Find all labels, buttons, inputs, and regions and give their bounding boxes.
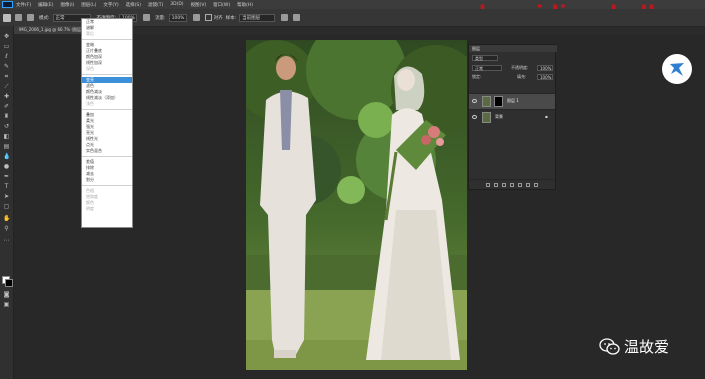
- menu-item[interactable]: 3D(D): [170, 2, 183, 8]
- blend-mode-dropdown[interactable]: 正常 溶解 背后 变暗 正片叠底 颜色加深 线性加深 深色 变亮 滤色 颜色减淡 线性减淡（添加） 浅色…: [81, 18, 133, 228]
- dropdown-separator: [82, 185, 132, 186]
- layer-row[interactable]: 图层 1: [469, 93, 555, 109]
- blend-mode-option[interactable]: 实色混合: [82, 148, 132, 154]
- move-tool-icon[interactable]: ✥: [3, 34, 10, 40]
- blend-mode-option[interactable]: 深色: [82, 66, 132, 72]
- dodge-tool-icon[interactable]: ●: [3, 164, 10, 170]
- lock-label: 锁定:: [472, 74, 482, 79]
- menu-item[interactable]: 帮助(H): [237, 2, 253, 8]
- layer-thumbnail: [482, 112, 491, 123]
- brush-tool-icon[interactable]: ✐: [3, 104, 10, 110]
- dropdown-separator: [82, 156, 132, 157]
- wechat-watermark: 温故爱: [599, 335, 669, 357]
- type-tool-icon[interactable]: T: [3, 184, 10, 190]
- lasso-tool-icon[interactable]: ℓ: [3, 54, 10, 60]
- blend-mode-option[interactable]: 浅色: [82, 101, 132, 107]
- blend-mode-option[interactable]: 明度: [82, 206, 132, 212]
- photoshop-logo-icon: [2, 1, 13, 8]
- wechat-account-name: 温故爱: [624, 337, 670, 356]
- pen-tool-icon[interactable]: ✒: [3, 174, 10, 180]
- new-layer-icon[interactable]: [526, 182, 530, 187]
- gradient-tool-icon[interactable]: ▤: [3, 144, 10, 150]
- blend-mode-option[interactable]: 划分: [82, 177, 132, 183]
- bird-logo-icon: [662, 54, 692, 84]
- history-brush-tool-icon[interactable]: ↺: [3, 124, 10, 130]
- sample-select[interactable]: 当前图层: [239, 13, 276, 22]
- layer-style-icon[interactable]: [494, 182, 498, 187]
- layers-panel-footer: [469, 179, 555, 189]
- menu-item[interactable]: 文字(Y): [103, 2, 118, 8]
- eraser-tool-icon[interactable]: ◧: [3, 134, 10, 140]
- dropdown-separator: [82, 39, 132, 40]
- link-layers-icon[interactable]: [486, 182, 490, 187]
- layer-name[interactable]: 图层 1: [507, 98, 519, 104]
- menu-item[interactable]: 滤镜(T): [148, 2, 163, 8]
- adjustment-layer-icon[interactable]: [510, 182, 514, 187]
- eyedropper-tool-icon[interactable]: ⟋: [3, 84, 10, 90]
- layers-panel: 图层 类型 正常 不透明度: 100% 锁定: 填充: 100% 图层 1 背景…: [468, 44, 557, 190]
- ignore-adjustment-icon[interactable]: [281, 14, 289, 21]
- fill-field[interactable]: 100%: [537, 74, 553, 80]
- airbrush-icon[interactable]: [192, 14, 200, 21]
- layer-thumbnail: [482, 96, 491, 107]
- pressure-opacity-icon[interactable]: [143, 14, 151, 21]
- screen-mode-icon[interactable]: ▣: [3, 302, 10, 308]
- layers-panel-tab[interactable]: 图层: [469, 45, 557, 52]
- dropdown-separator: [82, 109, 132, 110]
- clone-source-panel-icon[interactable]: [27, 14, 34, 21]
- mode-label: 模式:: [39, 15, 50, 21]
- flow-label: 流量:: [155, 15, 166, 21]
- layer-row[interactable]: 背景 ▪: [469, 109, 555, 125]
- wechat-icon: [599, 337, 620, 355]
- clone-stamp-tool-icon[interactable]: ♜: [3, 114, 10, 120]
- new-group-icon[interactable]: [518, 182, 522, 187]
- layers-panel-title: 图层: [472, 46, 480, 51]
- quick-mask-icon[interactable]: ◙: [3, 292, 10, 298]
- path-select-tool-icon[interactable]: ➤: [3, 194, 10, 200]
- bird-logo-graphic: [670, 63, 684, 76]
- layer-opacity-field[interactable]: 100%: [537, 65, 553, 71]
- marquee-tool-icon[interactable]: ▭: [3, 44, 10, 50]
- menu-items: 文件(F) 编辑(E) 图像(I) 图层(L) 文字(Y) 选择(S) 滤镜(T) 3D(D)…: [16, 2, 260, 8]
- menu-item[interactable]: 文件(F): [16, 2, 31, 8]
- clone-stamp-tool-icon[interactable]: [3, 13, 11, 22]
- layer-opacity-label: 不透明度:: [511, 65, 529, 70]
- delete-layer-icon[interactable]: [534, 182, 538, 187]
- layer-filter-select[interactable]: 类型: [472, 55, 498, 61]
- menu-item[interactable]: 选择(S): [126, 2, 141, 8]
- rectangle-tool-icon[interactable]: ▢: [3, 204, 10, 210]
- fill-label: 填充:: [517, 74, 527, 79]
- sample-label: 样本:: [225, 15, 237, 21]
- pressure-size-icon[interactable]: [293, 14, 301, 21]
- layer-mask-thumbnail[interactable]: [494, 96, 503, 107]
- background-color-swatch[interactable]: [5, 279, 13, 287]
- hand-tool-icon[interactable]: ✋: [3, 216, 10, 222]
- wedding-photo: [246, 40, 467, 370]
- visibility-eye-icon[interactable]: [472, 115, 477, 119]
- more-tools-icon[interactable]: ⋯: [3, 238, 10, 244]
- crop-tool-icon[interactable]: ⌗: [3, 74, 10, 80]
- menu-item[interactable]: 窗口(W): [213, 2, 230, 8]
- brush-preset-icon[interactable]: [15, 14, 22, 21]
- menu-item[interactable]: 图层(L): [81, 2, 96, 8]
- visibility-eye-icon[interactable]: [472, 99, 477, 103]
- quick-select-tool-icon[interactable]: ✎: [3, 64, 10, 70]
- tools-panel: ✥ ▭ ℓ ✎ ⌗ ⟋ ✚ ✐ ♜ ↺ ◧ ▤ 💧 ● ✒ T ➤ ▢ ✋ ⚲ …: [0, 26, 14, 379]
- layer-name[interactable]: 背景: [495, 114, 503, 120]
- blur-tool-icon[interactable]: 💧: [3, 154, 10, 160]
- add-mask-icon[interactable]: [502, 182, 506, 187]
- layer-blend-select[interactable]: 正常: [472, 65, 502, 71]
- healing-brush-tool-icon[interactable]: ✚: [3, 94, 10, 100]
- menu-item[interactable]: 图像(I): [60, 2, 74, 8]
- lock-icon: ▪: [545, 114, 548, 119]
- menu-item[interactable]: 视图(V): [191, 2, 207, 8]
- aligned-label: 对齐: [213, 15, 223, 21]
- dropdown-separator: [82, 74, 132, 75]
- photo-illustration: [246, 40, 467, 370]
- aligned-checkbox[interactable]: [204, 14, 212, 21]
- flow-field[interactable]: 100%: [168, 13, 187, 22]
- menu-item[interactable]: 编辑(E): [38, 2, 53, 8]
- zoom-tool-icon[interactable]: ⚲: [3, 226, 10, 232]
- blend-mode-option[interactable]: 背后: [82, 31, 132, 37]
